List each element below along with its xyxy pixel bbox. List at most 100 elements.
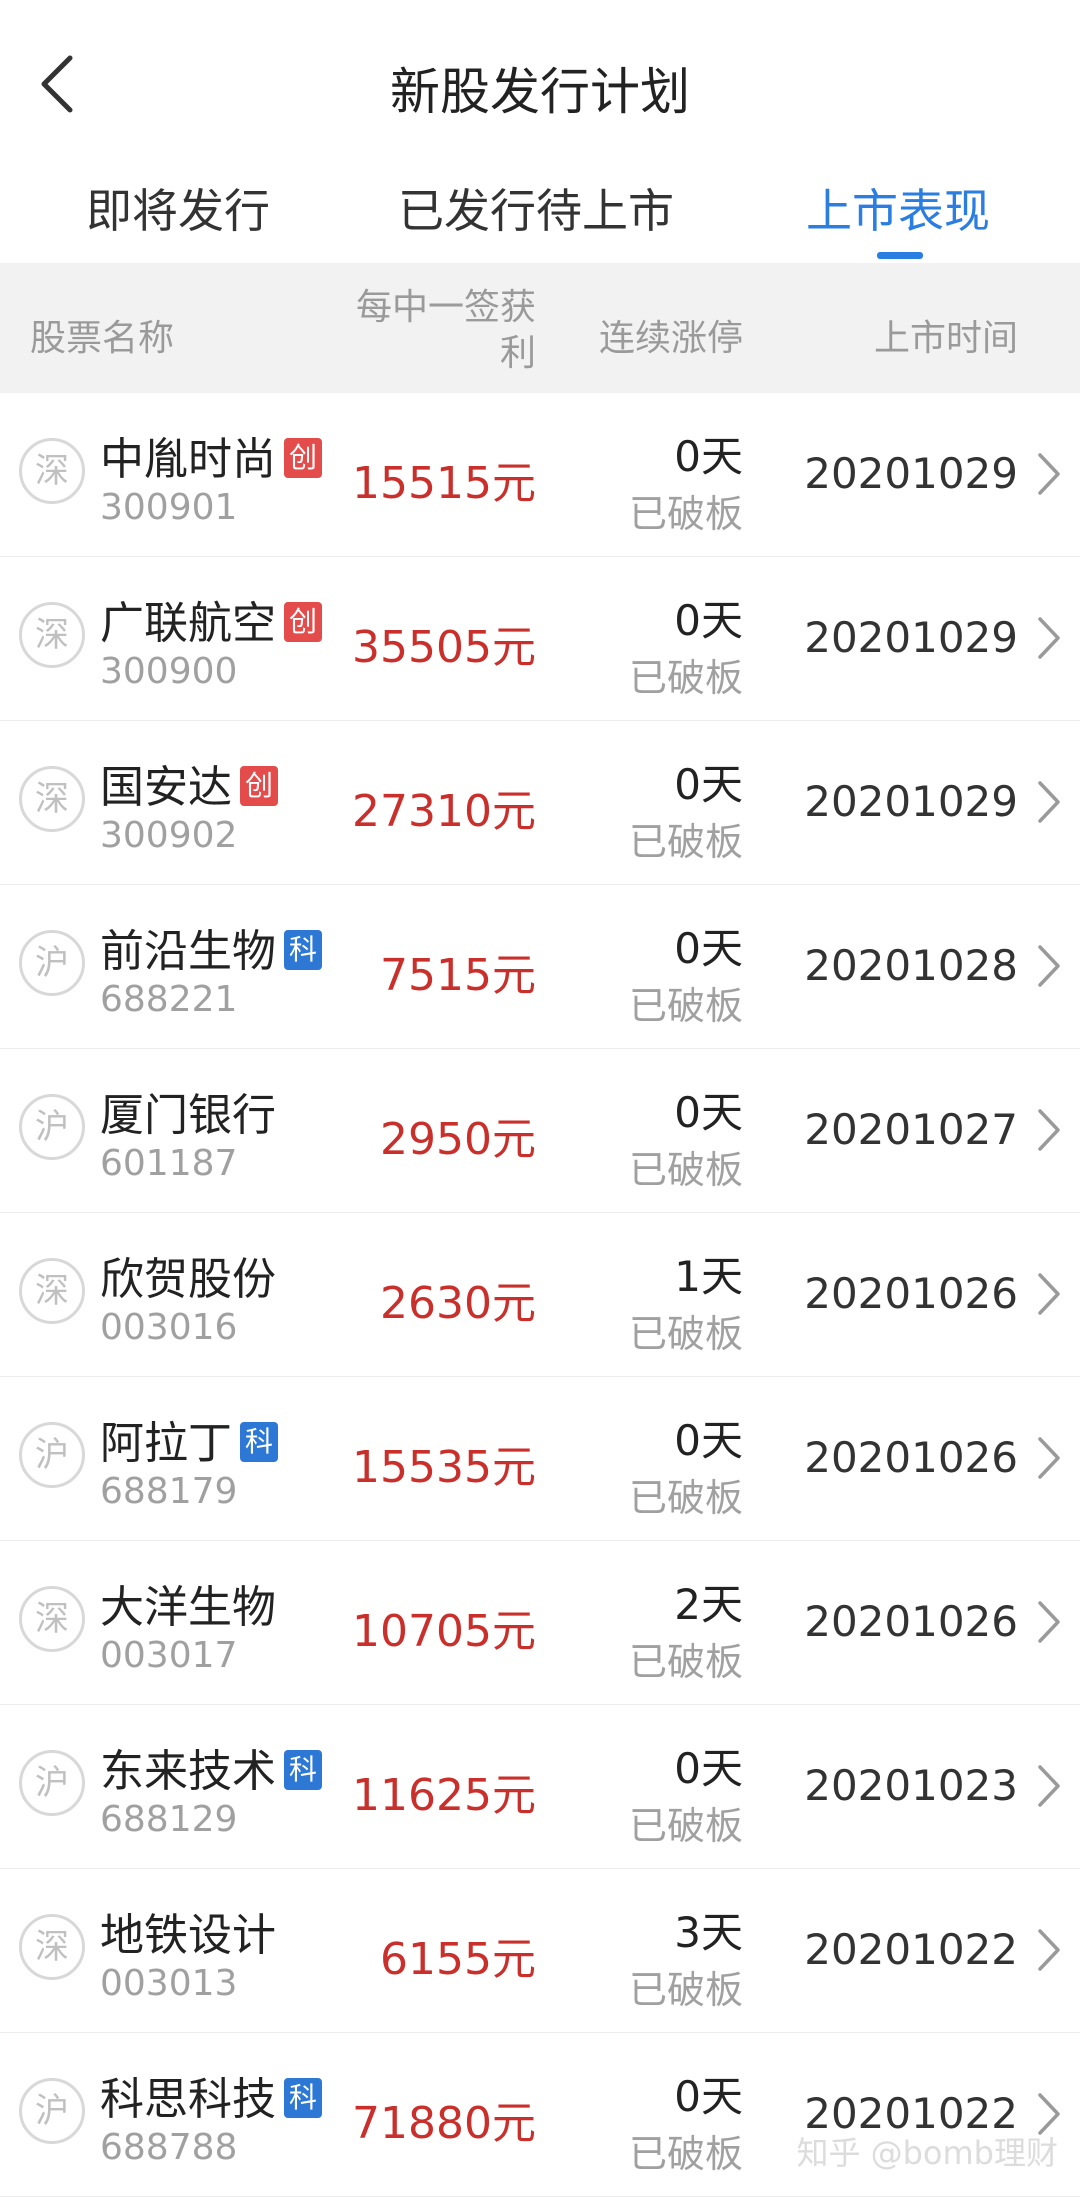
limit-days: 0天 — [674, 596, 743, 645]
stock-code: 688179 — [100, 1471, 238, 1512]
limit-days: 0天 — [674, 1744, 743, 1793]
board-tag: 创 — [284, 438, 322, 478]
col-profit-per-lot: 每中一签获 利 — [355, 287, 536, 374]
chevron-right-icon — [1038, 453, 1060, 495]
exchange-badge: 沪 — [19, 1750, 85, 1816]
profit-value: 7515元 — [380, 950, 536, 1001]
listing-date: 20201026 — [804, 1597, 1018, 1646]
stock-name: 国安达创 — [100, 751, 278, 815]
stock-code: 300902 — [100, 815, 238, 856]
profit-value: 27310元 — [352, 786, 536, 837]
table-row[interactable]: 深国安达创 300902 27310元 0天已破板 20201029 — [0, 721, 1080, 885]
listing-date: 20201029 — [804, 777, 1018, 826]
stock-code: 601187 — [100, 1143, 238, 1184]
chevron-right-icon — [1038, 945, 1060, 987]
listing-date: 20201026 — [804, 1433, 1018, 1482]
tab-upcoming[interactable]: 即将发行 — [86, 175, 270, 241]
exchange-badge: 沪 — [19, 930, 85, 996]
table-row[interactable]: 深广联航空创 300900 35505元 0天已破板 20201029 — [0, 557, 1080, 721]
table-row[interactable]: 深欣贺股份 003016 2630元 1天已破板 20201026 — [0, 1213, 1080, 1377]
table-row[interactable]: 深中胤时尚创 300901 15515元 0天 已破板 20201029 — [0, 393, 1080, 557]
exchange-badge: 深 — [19, 766, 85, 832]
stock-code: 003016 — [100, 1307, 238, 1348]
stock-code: 300900 — [100, 651, 238, 692]
exchange-badge: 深 — [19, 1586, 85, 1652]
stock-code: 300901 — [100, 487, 238, 528]
col-listing-date: 上市时间 — [873, 318, 1018, 359]
stock-name: 大洋生物 — [100, 1582, 276, 1633]
profit-value: 2630元 — [380, 1278, 536, 1329]
chevron-right-icon — [1038, 1765, 1060, 1807]
tab-issued-pending-listing[interactable]: 已发行待上市 — [398, 175, 674, 241]
profit-value: 2950元 — [380, 1114, 536, 1165]
stock-name: 科思科技科 — [100, 2063, 322, 2127]
stock-name: 广联航空创 — [100, 587, 322, 651]
board-status: 已破板 — [628, 656, 743, 700]
table-row[interactable]: 沪前沿生物科 688221 7515元 0天 已破板 20201028 — [0, 885, 1080, 1049]
stock-name: 厦门银行 — [100, 1090, 276, 1141]
col-consecutive-limit: 连续涨停 — [598, 318, 743, 359]
table-row[interactable]: 沪阿拉丁科 688179 15535元 0天已破板 20201026 — [0, 1377, 1080, 1541]
chevron-right-icon — [1038, 617, 1060, 659]
board-tag: 创 — [240, 766, 278, 806]
board-tag: 创 — [284, 602, 322, 642]
stock-name: 中胤时尚创 — [100, 423, 322, 487]
stock-name: 前沿生物科 — [100, 915, 322, 979]
limit-days: 0天 — [674, 432, 743, 481]
board-tag: 科 — [284, 2078, 322, 2118]
profit-value: 11625元 — [352, 1770, 536, 1821]
tab-listing-performance[interactable]: 上市表现 — [806, 175, 990, 241]
app-header: 新股发行计划 — [0, 0, 1080, 165]
listing-date: 20201026 — [804, 1269, 1018, 1318]
page-title: 新股发行计划 — [390, 63, 690, 121]
stock-name: 欣贺股份 — [100, 1254, 276, 1305]
chevron-right-icon — [1038, 1109, 1060, 1151]
stock-name: 地铁设计 — [100, 1910, 276, 1961]
listing-date: 20201029 — [804, 449, 1018, 498]
limit-days: 0天 — [674, 1088, 743, 1137]
profit-value: 35505元 — [352, 622, 536, 673]
limit-days: 0天 — [674, 1416, 743, 1465]
stock-code: 688788 — [100, 2127, 238, 2168]
profit-value: 15535元 — [352, 1442, 536, 1493]
limit-days: 2天 — [674, 1580, 743, 1629]
board-status: 已破板 — [628, 820, 743, 864]
stock-name: 东来技术科 — [100, 1735, 322, 1799]
exchange-badge: 深 — [19, 602, 85, 668]
table-row[interactable]: 深地铁设计 003013 6155元 3天 已破板 20201022 — [0, 1869, 1080, 2033]
profit-value: 71880元 — [352, 2098, 536, 2149]
chevron-right-icon — [1038, 1601, 1060, 1643]
table-row[interactable]: 沪厦门银行 601187 2950元 0天 已破板 20201027 — [0, 1049, 1080, 1213]
table-row[interactable]: 深大洋生物 003017 10705元 2天已破板 20201026 — [0, 1541, 1080, 1705]
stock-code: 688221 — [100, 979, 238, 1020]
stock-list: 深中胤时尚创 300901 15515元 0天 已破板 20201029 深广联航空创 300… — [0, 393, 1080, 2197]
col-stock-name: 股票名称 — [30, 318, 175, 359]
exchange-badge: 深 — [19, 438, 85, 504]
board-status: 已破板 — [628, 1148, 743, 1192]
limit-days: 0天 — [674, 2072, 743, 2121]
limit-days: 1天 — [674, 1252, 743, 1301]
listing-date: 20201028 — [804, 941, 1018, 990]
board-status: 已破板 — [628, 1640, 743, 1684]
stock-code: 003017 — [100, 1635, 238, 1676]
chevron-right-icon — [1038, 1929, 1060, 1971]
board-tag: 科 — [240, 1422, 278, 1462]
profit-value: 10705元 — [352, 1606, 536, 1657]
board-tag: 科 — [284, 930, 322, 970]
stock-code: 688129 — [100, 1799, 238, 1840]
active-tab-indicator — [877, 252, 923, 259]
chevron-right-icon — [1038, 1437, 1060, 1479]
board-status: 已破板 — [628, 1312, 743, 1356]
table-row[interactable]: 沪东来技术科 688129 11625元 0天 已破板 20201023 — [0, 1705, 1080, 1869]
stock-name: 阿拉丁科 — [100, 1407, 278, 1471]
exchange-badge: 沪 — [19, 1422, 85, 1488]
limit-days: 0天 — [674, 760, 743, 809]
column-header: 股票名称 每中一签获 利 连续涨停 上市时间 — [0, 263, 1080, 393]
exchange-badge: 深 — [19, 1258, 85, 1324]
watermark: 知乎 @bomb理财 — [796, 2134, 1058, 2172]
board-status: 已破板 — [628, 1804, 743, 1848]
listing-date: 20201029 — [804, 613, 1018, 662]
board-status: 已破板 — [628, 1476, 743, 1520]
profit-value: 6155元 — [380, 1934, 536, 1985]
board-status: 已破板 — [628, 492, 743, 536]
